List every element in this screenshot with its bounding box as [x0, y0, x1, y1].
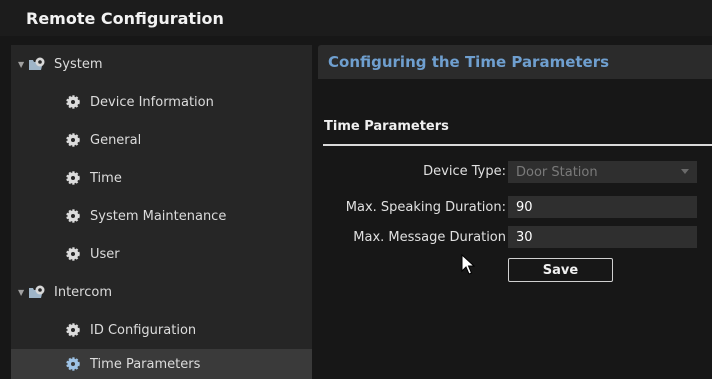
- device-type-label: Device Type:: [423, 164, 506, 179]
- gear-icon: [66, 171, 80, 185]
- tree-item-user[interactable]: User: [11, 235, 312, 273]
- folder-gear-icon: [29, 285, 45, 298]
- tree-item-general[interactable]: General: [11, 121, 312, 159]
- title-bar: Remote Configuration: [0, 0, 712, 36]
- tree-node-system[interactable]: ▼ System: [11, 45, 312, 83]
- max-message-duration-value: 30: [516, 229, 533, 245]
- tree-item-label: ID Configuration: [90, 322, 197, 338]
- tree-item-id-configuration[interactable]: ID Configuration: [11, 311, 312, 349]
- gear-icon: [66, 323, 80, 337]
- page-title: Configuring the Time Parameters: [328, 53, 610, 71]
- gear-icon: [66, 357, 80, 371]
- save-button[interactable]: Save: [508, 258, 613, 282]
- tree-node-label: Intercom: [54, 284, 112, 300]
- max-speaking-duration-label: Max. Speaking Duration:: [345, 200, 506, 215]
- device-type-value: Door Station: [516, 164, 598, 180]
- chevron-down-icon: [681, 169, 689, 174]
- mouse-cursor-icon: [461, 254, 475, 275]
- max-message-duration-input[interactable]: 30: [508, 226, 697, 248]
- tree-node-intercom[interactable]: ▼ Intercom: [11, 273, 312, 311]
- tree-node-label: System: [54, 56, 103, 72]
- tree-item-label: Time Parameters: [90, 356, 201, 372]
- tree-item-label: Device Information: [90, 94, 214, 110]
- section-divider: [323, 144, 712, 146]
- gear-icon: [66, 95, 80, 109]
- gear-icon: [66, 133, 80, 147]
- tree-item-label: Time: [90, 170, 122, 186]
- content-header: Configuring the Time Parameters: [318, 45, 712, 79]
- tree-item-label: General: [90, 132, 142, 148]
- max-speaking-duration-input[interactable]: 90: [508, 196, 697, 218]
- folder-gear-icon: [29, 57, 45, 70]
- expand-arrow-icon[interactable]: ▼: [18, 60, 28, 69]
- max-message-duration-label: Max. Message Duration: [353, 230, 506, 245]
- device-type-select[interactable]: Door Station: [508, 161, 697, 183]
- section-title: Time Parameters: [324, 119, 449, 134]
- tree-item-time[interactable]: Time: [11, 159, 312, 197]
- tree-item-label: System Maintenance: [90, 208, 227, 224]
- tree-item-label: User: [90, 246, 120, 262]
- gear-icon: [66, 247, 80, 261]
- expand-arrow-icon[interactable]: ▼: [18, 288, 28, 297]
- sidebar-tree: ▼ System Device Information General Time: [11, 45, 312, 379]
- gear-icon: [66, 209, 80, 223]
- tree-item-time-parameters[interactable]: Time Parameters: [11, 349, 312, 379]
- tree-item-device-information[interactable]: Device Information: [11, 83, 312, 121]
- tree-item-system-maintenance[interactable]: System Maintenance: [11, 197, 312, 235]
- max-speaking-duration-value: 90: [516, 199, 533, 215]
- content-panel: Configuring the Time Parameters Time Par…: [318, 45, 712, 379]
- window-title: Remote Configuration: [26, 8, 224, 28]
